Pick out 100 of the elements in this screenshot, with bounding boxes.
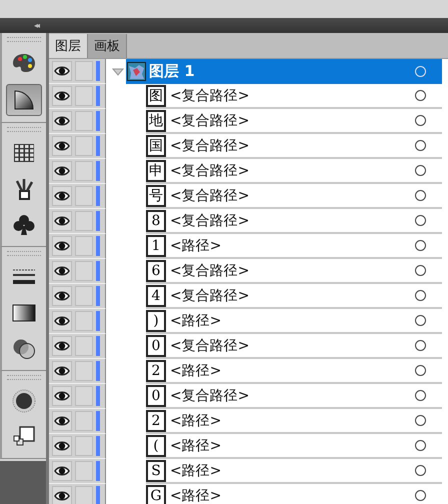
visibility-toggle[interactable] — [52, 136, 72, 156]
target-circle-icon[interactable] — [415, 465, 426, 476]
path-row[interactable]: ( <路径> — [146, 434, 442, 459]
lock-toggle[interactable] — [75, 336, 93, 356]
thumbnail: 申 — [146, 160, 166, 182]
lock-toggle[interactable] — [75, 386, 93, 406]
layer-color-bar — [96, 436, 100, 456]
path-row[interactable]: 图 <复合路径> — [146, 84, 442, 109]
lock-toggle[interactable] — [75, 161, 93, 181]
visibility-toggle[interactable] — [52, 161, 72, 181]
target-circle-icon[interactable] — [415, 365, 426, 376]
eye-icon — [54, 215, 70, 227]
path-row[interactable]: 申 <复合路径> — [146, 159, 442, 184]
visibility-toggle[interactable] — [52, 361, 72, 381]
thumbnail: 6 — [146, 260, 166, 282]
target-circle-icon[interactable] — [415, 215, 426, 226]
panel-tab[interactable]: 画板 — [88, 34, 127, 58]
lock-toggle[interactable] — [75, 186, 93, 206]
path-row[interactable]: 0 <复合路径> — [146, 334, 442, 359]
panel-tab[interactable]: 图层 — [49, 34, 88, 58]
path-name: <路径> — [170, 486, 222, 504]
visibility-toggle[interactable] — [52, 86, 72, 106]
lock-toggle[interactable] — [75, 261, 93, 281]
path-name: <路径> — [170, 462, 222, 480]
lock-toggle[interactable] — [75, 411, 93, 431]
target-circle-icon[interactable] — [415, 90, 426, 101]
layer-color-bar — [96, 411, 100, 431]
lock-toggle[interactable] — [75, 86, 93, 106]
visibility-toggle[interactable] — [52, 386, 72, 406]
path-name: <路径> — [170, 362, 222, 380]
lock-toggle[interactable] — [75, 311, 93, 331]
visibility-toggle[interactable] — [52, 111, 72, 131]
lock-toggle[interactable] — [75, 111, 93, 131]
target-circle-icon[interactable] — [415, 140, 426, 151]
layer-color-bar — [96, 136, 100, 156]
target-circle-icon[interactable] — [415, 190, 426, 201]
layer-color-bar — [96, 86, 100, 106]
target-circle-icon[interactable] — [415, 390, 426, 401]
thumbnail: ( — [146, 434, 166, 456]
path-name: <复合路径> — [170, 386, 250, 404]
target-circle-icon[interactable] — [415, 315, 426, 326]
thumbnail: 4 — [146, 284, 166, 306]
lock-toggle[interactable] — [75, 436, 93, 456]
eye-icon — [54, 315, 70, 327]
lock-toggle[interactable] — [75, 136, 93, 156]
path-row[interactable]: 国 <复合路径> — [146, 134, 442, 159]
target-circle-icon[interactable] — [415, 265, 426, 276]
path-row[interactable]: 4 <复合路径> — [146, 284, 442, 309]
visibility-toggle[interactable] — [52, 261, 72, 281]
path-name: <路径> — [170, 412, 222, 430]
path-row[interactable]: 地 <复合路径> — [146, 109, 442, 134]
disclosure-triangle-icon[interactable] — [112, 66, 124, 76]
target-circle-icon[interactable] — [415, 240, 426, 251]
target-circle-icon[interactable] — [415, 490, 426, 501]
lock-toggle[interactable] — [75, 461, 93, 481]
path-row[interactable]: 0 <复合路径> — [146, 384, 442, 409]
target-circle-icon[interactable] — [415, 290, 426, 301]
path-name: <复合路径> — [170, 186, 250, 204]
visibility-toggle[interactable] — [52, 461, 72, 481]
visibility-toggle[interactable] — [52, 286, 72, 306]
target-circle-icon[interactable] — [415, 340, 426, 351]
lock-toggle[interactable] — [75, 286, 93, 306]
path-row[interactable]: 1 <路径> — [146, 234, 442, 259]
visibility-toggle[interactable] — [52, 211, 72, 231]
lock-toggle[interactable] — [75, 486, 93, 504]
target-circle-icon[interactable] — [415, 440, 426, 451]
lock-toggle[interactable] — [75, 236, 93, 256]
path-row[interactable]: 号 <复合路径> — [146, 184, 442, 209]
visibility-toggle[interactable] — [52, 186, 72, 206]
path-row[interactable]: ) <路径> — [146, 309, 442, 334]
visibility-toggle[interactable] — [52, 486, 72, 504]
path-row[interactable]: 2 <路径> — [146, 359, 442, 384]
target-circle-icon[interactable] — [415, 415, 426, 426]
path-row[interactable]: 6 <复合路径> — [146, 259, 442, 284]
eye-icon — [54, 415, 70, 427]
visibility-toggle[interactable] — [52, 436, 72, 456]
path-row[interactable]: G <路径> — [146, 484, 442, 504]
visibility-toggle[interactable] — [52, 411, 72, 431]
lock-toggle[interactable] — [75, 61, 93, 81]
visibility-toggle[interactable] — [52, 336, 72, 356]
layer-color-bar — [96, 111, 100, 131]
eye-icon — [54, 390, 70, 402]
visibility-toggle[interactable] — [52, 311, 72, 331]
eye-icon — [54, 240, 70, 252]
visibility-toggle[interactable] — [52, 236, 72, 256]
path-name: <复合路径> — [170, 112, 250, 130]
target-circle-icon[interactable] — [415, 165, 426, 176]
path-row[interactable]: S <路径> — [146, 459, 442, 484]
path-name: <复合路径> — [170, 86, 250, 104]
collapse-button[interactable]: ◂◂ — [34, 22, 38, 30]
layer-color-bar — [96, 461, 100, 481]
thumbnail: 1 — [146, 234, 166, 256]
lock-toggle[interactable] — [75, 211, 93, 231]
lock-toggle[interactable] — [75, 361, 93, 381]
path-row[interactable]: 8 <复合路径> — [146, 209, 442, 234]
path-row[interactable]: 2 <路径> — [146, 409, 442, 434]
target-circle-icon[interactable] — [415, 115, 426, 126]
visibility-toggle[interactable] — [52, 61, 72, 81]
layer-color-bar — [96, 211, 100, 231]
layer-name: 图层 1 — [149, 62, 195, 81]
